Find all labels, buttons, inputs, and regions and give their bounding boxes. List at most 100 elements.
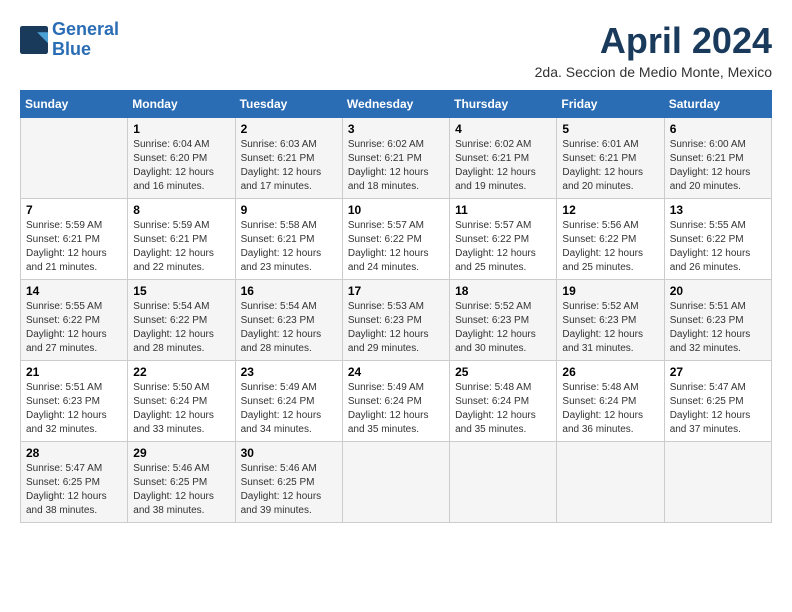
day-info: Sunrise: 5:46 AMSunset: 6:25 PMDaylight:… [133,463,214,516]
calendar-cell: 29 Sunrise: 5:46 AMSunset: 6:25 PMDayligh… [128,442,235,523]
day-info: Sunrise: 5:48 AMSunset: 6:24 PMDaylight:… [455,382,536,435]
logo-line2: Blue [52,39,91,59]
day-info: Sunrise: 5:48 AMSunset: 6:24 PMDaylight:… [562,382,643,435]
calendar-cell: 30 Sunrise: 5:46 AMSunset: 6:25 PMDayligh… [235,442,342,523]
calendar-table: Sunday Monday Tuesday Wednesday Thursday… [20,90,772,523]
day-number: 22 [133,365,229,379]
calendar-cell [21,118,128,199]
calendar-cell: 18 Sunrise: 5:52 AMSunset: 6:23 PMDayligh… [450,280,557,361]
calendar-cell: 1 Sunrise: 6:04 AMSunset: 6:20 PMDaylight… [128,118,235,199]
day-info: Sunrise: 5:49 AMSunset: 6:24 PMDaylight:… [348,382,429,435]
calendar-week-1: 7 Sunrise: 5:59 AMSunset: 6:21 PMDaylight… [21,199,772,280]
day-info: Sunrise: 5:55 AMSunset: 6:22 PMDaylight:… [670,220,751,273]
day-info: Sunrise: 5:59 AMSunset: 6:21 PMDaylight:… [26,220,107,273]
day-number: 28 [26,446,122,460]
day-number: 12 [562,203,658,217]
calendar-cell: 11Sunrise: 5:57 AMSunset: 6:22 PMDayligh… [450,199,557,280]
calendar-cell: 13Sunrise: 5:55 AMSunset: 6:22 PMDayligh… [664,199,771,280]
calendar-cell: 26 Sunrise: 5:48 AMSunset: 6:24 PMDayligh… [557,361,664,442]
calendar-body: 1 Sunrise: 6:04 AMSunset: 6:20 PMDaylight… [21,118,772,523]
calendar-week-2: 14 Sunrise: 5:55 AMSunset: 6:22 PMDayligh… [21,280,772,361]
day-number: 1 [133,122,229,136]
day-number: 4 [455,122,551,136]
day-number: 8 [133,203,229,217]
day-info: Sunrise: 6:00 AMSunset: 6:21 PMDaylight:… [670,139,751,192]
day-info: Sunrise: 5:57 AMSunset: 6:22 PMDaylight:… [455,220,536,273]
calendar-cell: 25 Sunrise: 5:48 AMSunset: 6:24 PMDayligh… [450,361,557,442]
day-number: 10 [348,203,444,217]
calendar-cell: 27 Sunrise: 5:47 AMSunset: 6:25 PMDayligh… [664,361,771,442]
day-info: Sunrise: 5:51 AMSunset: 6:23 PMDaylight:… [26,382,107,435]
day-number: 18 [455,284,551,298]
day-number: 7 [26,203,122,217]
day-info: Sunrise: 5:54 AMSunset: 6:22 PMDaylight:… [133,301,214,354]
col-wednesday: Wednesday [342,91,449,118]
day-info: Sunrise: 5:46 AMSunset: 6:25 PMDaylight:… [241,463,322,516]
calendar-cell: 19 Sunrise: 5:52 AMSunset: 6:23 PMDayligh… [557,280,664,361]
day-number: 20 [670,284,766,298]
day-number: 19 [562,284,658,298]
day-number: 27 [670,365,766,379]
title-area: April 2024 2da. Seccion de Medio Monte, … [535,20,772,80]
day-info: Sunrise: 5:47 AMSunset: 6:25 PMDaylight:… [670,382,751,435]
day-info: Sunrise: 5:52 AMSunset: 6:23 PMDaylight:… [455,301,536,354]
calendar-week-3: 21 Sunrise: 5:51 AMSunset: 6:23 PMDayligh… [21,361,772,442]
day-number: 30 [241,446,337,460]
col-sunday: Sunday [21,91,128,118]
calendar-cell: 9Sunrise: 5:58 AMSunset: 6:21 PMDaylight… [235,199,342,280]
logo-icon [20,26,48,54]
day-number: 26 [562,365,658,379]
day-number: 23 [241,365,337,379]
day-info: Sunrise: 5:59 AMSunset: 6:21 PMDaylight:… [133,220,214,273]
calendar-cell: 8 Sunrise: 5:59 AMSunset: 6:21 PMDaylight… [128,199,235,280]
logo-text: General Blue [52,20,119,60]
day-number: 16 [241,284,337,298]
calendar-cell: 3 Sunrise: 6:02 AMSunset: 6:21 PMDaylight… [342,118,449,199]
calendar-cell: 16 Sunrise: 5:54 AMSunset: 6:23 PMDayligh… [235,280,342,361]
col-thursday: Thursday [450,91,557,118]
day-info: Sunrise: 5:47 AMSunset: 6:25 PMDaylight:… [26,463,107,516]
day-info: Sunrise: 5:51 AMSunset: 6:23 PMDaylight:… [670,301,751,354]
calendar-cell: 20 Sunrise: 5:51 AMSunset: 6:23 PMDayligh… [664,280,771,361]
location-title: 2da. Seccion de Medio Monte, Mexico [535,64,772,80]
day-info: Sunrise: 6:04 AMSunset: 6:20 PMDaylight:… [133,139,214,192]
day-number: 21 [26,365,122,379]
day-number: 3 [348,122,444,136]
calendar-cell [664,442,771,523]
calendar-cell [450,442,557,523]
calendar-cell: 28 Sunrise: 5:47 AMSunset: 6:25 PMDayligh… [21,442,128,523]
day-number: 15 [133,284,229,298]
calendar-cell: 14 Sunrise: 5:55 AMSunset: 6:22 PMDayligh… [21,280,128,361]
day-info: Sunrise: 5:56 AMSunset: 6:22 PMDaylight:… [562,220,643,273]
calendar-header: Sunday Monday Tuesday Wednesday Thursday… [21,91,772,118]
day-info: Sunrise: 5:54 AMSunset: 6:23 PMDaylight:… [241,301,322,354]
col-saturday: Saturday [664,91,771,118]
calendar-cell [557,442,664,523]
calendar-cell [342,442,449,523]
day-number: 14 [26,284,122,298]
day-info: Sunrise: 5:52 AMSunset: 6:23 PMDaylight:… [562,301,643,354]
day-number: 29 [133,446,229,460]
calendar-cell: 7 Sunrise: 5:59 AMSunset: 6:21 PMDaylight… [21,199,128,280]
calendar-cell: 21 Sunrise: 5:51 AMSunset: 6:23 PMDayligh… [21,361,128,442]
calendar-cell: 17Sunrise: 5:53 AMSunset: 6:23 PMDayligh… [342,280,449,361]
calendar-cell: 24 Sunrise: 5:49 AMSunset: 6:24 PMDayligh… [342,361,449,442]
day-info: Sunrise: 6:02 AMSunset: 6:21 PMDaylight:… [348,139,429,192]
logo: General Blue [20,20,119,60]
day-number: 24 [348,365,444,379]
calendar-cell: 15 Sunrise: 5:54 AMSunset: 6:22 PMDayligh… [128,280,235,361]
day-info: Sunrise: 5:55 AMSunset: 6:22 PMDaylight:… [26,301,107,354]
calendar-cell: 22 Sunrise: 5:50 AMSunset: 6:24 PMDayligh… [128,361,235,442]
day-info: Sunrise: 6:03 AMSunset: 6:21 PMDaylight:… [241,139,322,192]
calendar-cell: 5Sunrise: 6:01 AMSunset: 6:21 PMDaylight… [557,118,664,199]
day-info: Sunrise: 5:57 AMSunset: 6:22 PMDaylight:… [348,220,429,273]
day-number: 25 [455,365,551,379]
col-tuesday: Tuesday [235,91,342,118]
header: General Blue April 2024 2da. Seccion de … [20,20,772,80]
day-info: Sunrise: 5:50 AMSunset: 6:24 PMDaylight:… [133,382,214,435]
calendar-cell: 12 Sunrise: 5:56 AMSunset: 6:22 PMDayligh… [557,199,664,280]
calendar-week-4: 28 Sunrise: 5:47 AMSunset: 6:25 PMDayligh… [21,442,772,523]
calendar-week-0: 1 Sunrise: 6:04 AMSunset: 6:20 PMDaylight… [21,118,772,199]
day-info: Sunrise: 5:53 AMSunset: 6:23 PMDaylight:… [348,301,429,354]
day-info: Sunrise: 6:01 AMSunset: 6:21 PMDaylight:… [562,139,643,192]
